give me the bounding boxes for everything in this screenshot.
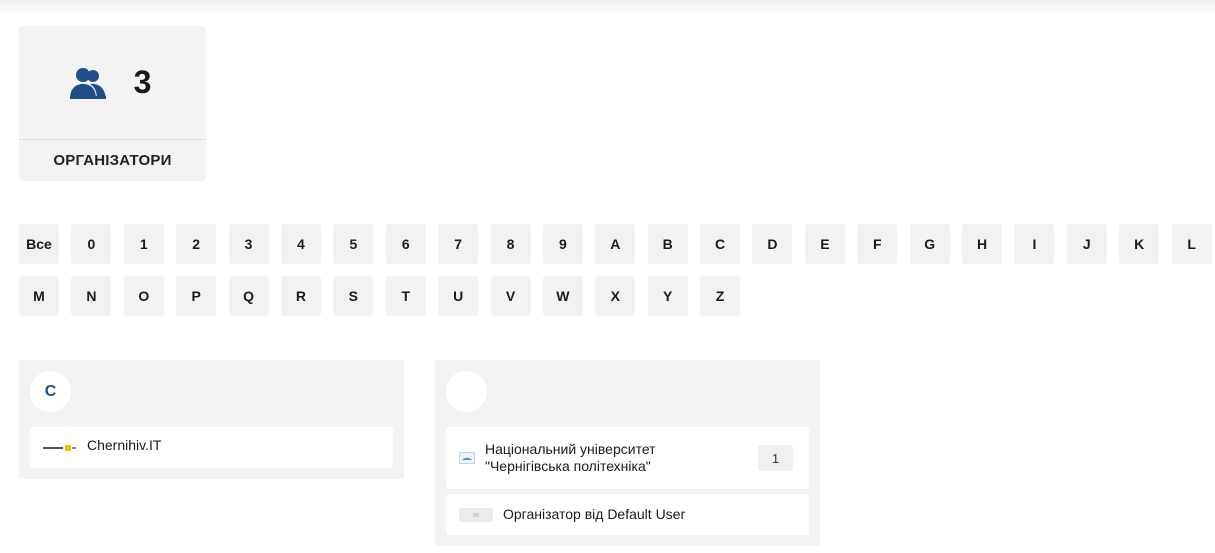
- letter-filter-9[interactable]: 9: [542, 224, 583, 264]
- letter-filter-s[interactable]: S: [333, 276, 374, 316]
- organizers-stat-card[interactable]: 3 ОРГАНІЗАТОРИ: [19, 26, 206, 181]
- letter-filter-all[interactable]: Все: [19, 224, 59, 264]
- letter-filter-f[interactable]: F: [857, 224, 898, 264]
- letter-filter-v[interactable]: V: [490, 276, 531, 316]
- event-count-badge: 1: [758, 445, 793, 471]
- letter-filter-b[interactable]: B: [647, 224, 688, 264]
- letter-filter-y[interactable]: Y: [647, 276, 688, 316]
- letter-filter-1[interactable]: 1: [123, 224, 164, 264]
- letter-filter-a[interactable]: A: [595, 224, 636, 264]
- letter-filter-7[interactable]: 7: [438, 224, 479, 264]
- organizer-group-c: C Chernihiv.IT: [19, 360, 404, 479]
- university-logo: [459, 452, 475, 464]
- letter-filter-n[interactable]: N: [71, 276, 112, 316]
- letter-filter-l[interactable]: L: [1171, 224, 1212, 264]
- organizer-name: Chernihiv.IT: [87, 436, 162, 453]
- letter-filter-w[interactable]: W: [542, 276, 583, 316]
- letter-filter-p[interactable]: P: [176, 276, 217, 316]
- organizer-name: Організатор від Default User: [503, 506, 686, 522]
- organizer-name: Національний університет "Чернігівська п…: [485, 441, 656, 474]
- organizer-item-default-user[interactable]: Організатор від Default User: [446, 494, 809, 535]
- alphabet-filter-row-1: Все 0 1 2 3 4 5 6 7 8 9 A B C D E F G H …: [19, 224, 1215, 264]
- letter-filter-t[interactable]: T: [385, 276, 426, 316]
- letter-filter-e[interactable]: E: [804, 224, 845, 264]
- letter-filter-2[interactable]: 2: [176, 224, 217, 264]
- letter-filter-4[interactable]: 4: [280, 224, 321, 264]
- group-letter-badge: C: [30, 371, 71, 412]
- chernihiv-it-logo: [43, 444, 77, 452]
- users-icon: [69, 67, 106, 99]
- letter-filter-d[interactable]: D: [752, 224, 793, 264]
- letter-filter-0[interactable]: 0: [71, 224, 112, 264]
- letter-filter-3[interactable]: 3: [228, 224, 269, 264]
- page: 3 ОРГАНІЗАТОРИ Все 0 1 2 3 4 5 6 7 8 9 A…: [0, 0, 1215, 553]
- letter-filter-z[interactable]: Z: [700, 276, 741, 316]
- letter-filter-j[interactable]: J: [1066, 224, 1107, 264]
- letter-filter-q[interactable]: Q: [228, 276, 269, 316]
- organizer-item-university[interactable]: Національний університет "Чернігівська п…: [446, 427, 809, 489]
- letter-filter-u[interactable]: U: [438, 276, 479, 316]
- organizers-label: ОРГАНІЗАТОРИ: [53, 152, 172, 169]
- organizer-group-unlettered: Національний університет "Чернігівська п…: [435, 360, 820, 546]
- letter-filter-o[interactable]: O: [123, 276, 164, 316]
- letter-filter-h[interactable]: H: [962, 224, 1003, 264]
- organizer-item-chernihiv-it[interactable]: Chernihiv.IT: [30, 427, 393, 468]
- letter-filter-g[interactable]: G: [909, 224, 950, 264]
- group-letter-badge: [446, 371, 487, 412]
- stat-card-top: 3: [19, 26, 206, 140]
- placeholder-logo: [459, 507, 493, 522]
- letter-filter-r[interactable]: R: [280, 276, 321, 316]
- letter-filter-c[interactable]: C: [700, 224, 741, 264]
- top-shadow: [0, 0, 1215, 14]
- letter-filter-i[interactable]: I: [1014, 224, 1055, 264]
- letter-filter-5[interactable]: 5: [333, 224, 374, 264]
- letter-filter-8[interactable]: 8: [490, 224, 531, 264]
- letter-filter-k[interactable]: K: [1119, 224, 1160, 264]
- letter-filter-6[interactable]: 6: [385, 224, 426, 264]
- organizers-count: 3: [133, 64, 152, 100]
- alphabet-filter-row-2: M N O P Q R S T U V W X Y Z: [19, 276, 1215, 316]
- letter-filter-m[interactable]: M: [19, 276, 59, 316]
- letter-filter-x[interactable]: X: [595, 276, 636, 316]
